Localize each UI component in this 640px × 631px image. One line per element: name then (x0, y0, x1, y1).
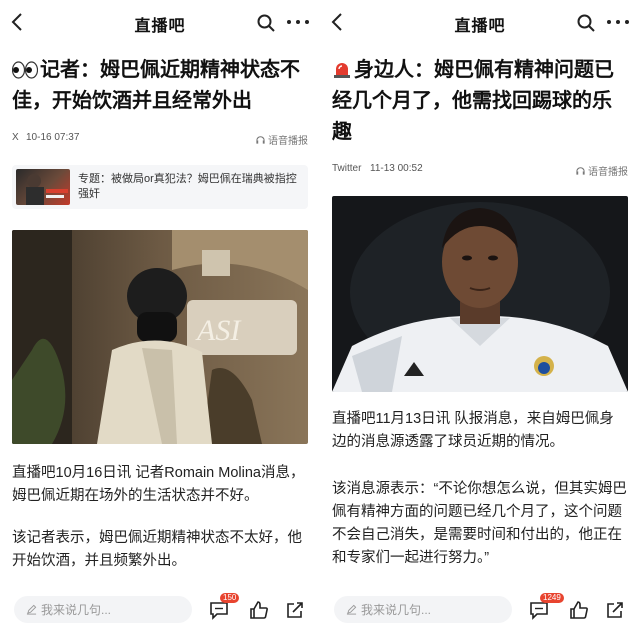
topic-card[interactable]: 专题：被做局or真犯法？姆巴佩在瑞典被指控强奸 (12, 165, 308, 209)
article-photo: ASI (12, 230, 308, 444)
comment-placeholder: 我来说几句... (41, 603, 112, 617)
comment-input[interactable]: 我来说几句... (14, 596, 192, 623)
search-icon[interactable] (256, 13, 276, 33)
like-button[interactable] (568, 599, 590, 621)
article-paragraph-2: 该消息源表示：“不论你想怎么说，但其实姆巴佩有精神方面的问题已经几个月了，这个问… (332, 481, 627, 566)
share-icon (287, 602, 303, 618)
top-bar: 直播吧 (0, 0, 320, 46)
article-title-text: 记者：姆巴佩近期精神状态不佳，开始饮酒并且经常外出 (12, 59, 300, 112)
meta-time: 11-13 00:52 (370, 163, 423, 174)
meta-source: Twitter (332, 163, 362, 174)
comment-count-badge: 150 (220, 593, 240, 603)
comment-placeholder: 我来说几句... (361, 603, 432, 617)
article-meta: X 10-16 07:37 语音播报 (12, 132, 308, 147)
siren-emoji-icon (334, 63, 350, 78)
eyes-emoji-icon (12, 61, 38, 79)
speaker-icon (576, 167, 585, 175)
tts-label: 语音播报 (268, 136, 308, 147)
bottom-action-bar: 我来说几句... 1249 (320, 593, 640, 624)
thumbs-up-icon (250, 601, 268, 619)
article-paragraph-2: 该记者表示，姆巴佩近期精神状态不太好，他开始饮酒，并且频繁外出。 (12, 530, 302, 569)
article-paragraph-1: 直播吧11月13日讯 队报消息，来自姆巴佩身边的消息源透露了球员近期的情况。 (332, 411, 614, 450)
article-meta: Twitter 11-13 00:52 语音播报 (332, 163, 628, 178)
pencil-icon (346, 604, 357, 615)
comment-button[interactable]: 1249 (528, 593, 564, 621)
pencil-icon (26, 604, 37, 615)
right-article-panel: 直播吧 身边人：姆巴佩有精神问题已经几个月了，他需找回踢球的乐趣 Twitter… (320, 0, 640, 631)
like-button[interactable] (248, 599, 270, 621)
topic-thumbnail (16, 169, 70, 205)
svg-text:ASI: ASI (195, 314, 242, 347)
share-button[interactable] (604, 599, 626, 621)
tts-label: 语音播报 (588, 167, 628, 178)
left-article-panel: 直播吧 记者：姆巴佩近期精神状态不佳，开始饮酒并且经常外出 X 10-16 07… (0, 0, 320, 631)
top-bar: 直播吧 (320, 0, 640, 46)
meta-time: 10-16 07:37 (26, 132, 80, 143)
topic-text: 专题：被做局or真犯法？姆巴佩在瑞典被指控强奸 (78, 173, 297, 200)
tts-button[interactable]: 语音播报 (255, 132, 308, 147)
comment-count-badge: 1249 (540, 593, 564, 603)
more-icon[interactable] (286, 18, 310, 26)
article-paragraph-1: 直播吧10月16日讯 记者Romain Molina消息，姆巴佩近期在场外的生活… (12, 465, 305, 504)
article-title-text: 身边人：姆巴佩有精神问题已经几个月了，他需找回踢球的乐趣 (332, 59, 614, 143)
back-icon[interactable] (8, 10, 28, 34)
bottom-action-bar: 我来说几句... 150 (0, 593, 320, 624)
article-title: 记者：姆巴佩近期精神状态不佳，开始饮酒并且经常外出 (12, 55, 308, 117)
thumbs-up-icon (570, 601, 588, 619)
meta-source: X (12, 132, 19, 143)
comment-button[interactable]: 150 (208, 593, 240, 621)
back-icon[interactable] (328, 10, 348, 34)
search-icon[interactable] (576, 13, 596, 33)
share-icon (607, 602, 623, 618)
article-title: 身边人：姆巴佩有精神问题已经几个月了，他需找回踢球的乐趣 (332, 55, 628, 148)
comment-input[interactable]: 我来说几句... (334, 596, 512, 623)
article-photo (332, 196, 628, 392)
speaker-icon (256, 136, 265, 144)
more-icon[interactable] (606, 18, 630, 26)
share-button[interactable] (284, 599, 306, 621)
tts-button[interactable]: 语音播报 (575, 163, 628, 178)
